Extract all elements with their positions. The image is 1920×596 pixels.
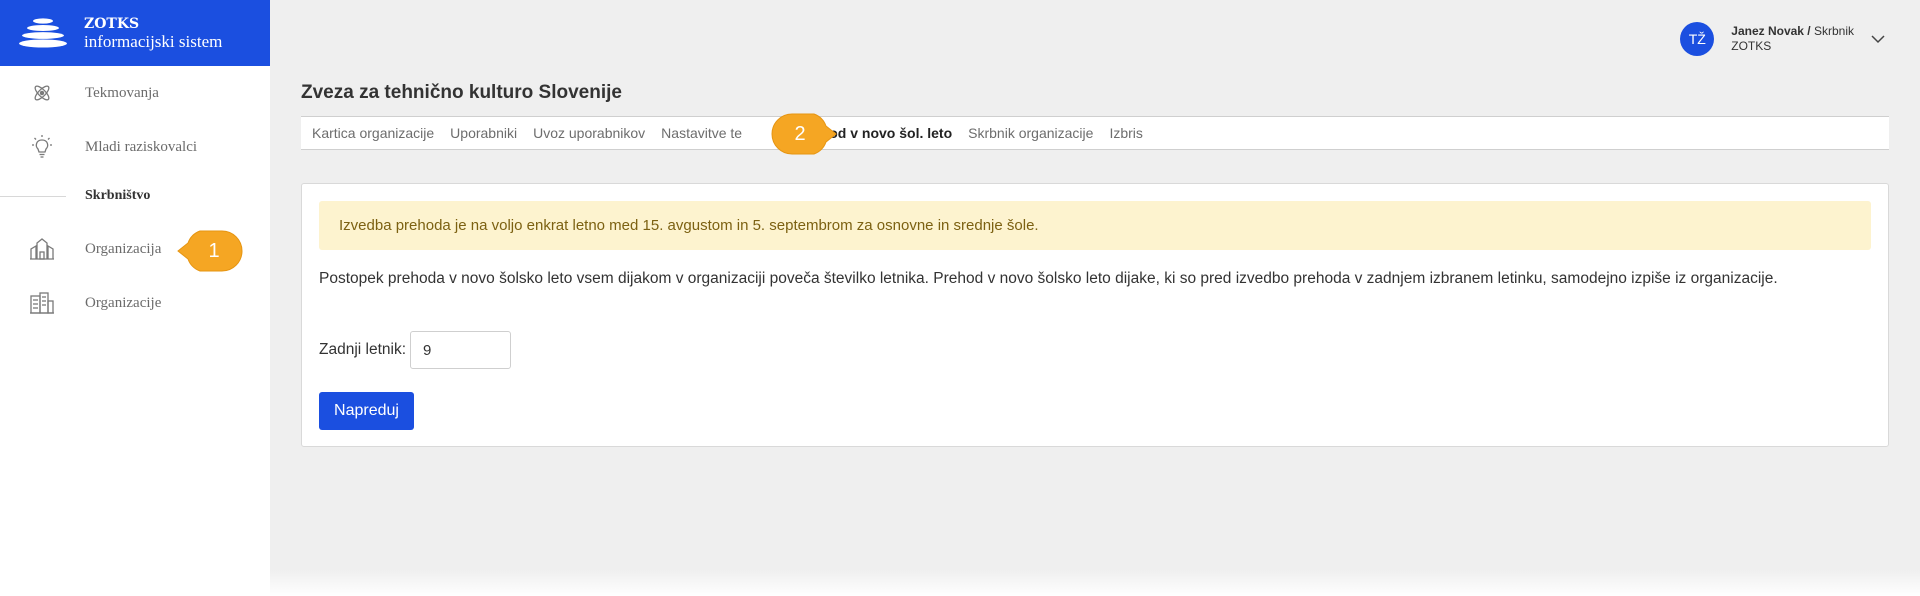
tab-skrbnik-organizacije[interactable]: Skrbnik organizacije <box>968 125 1093 141</box>
building-icon <box>28 235 56 263</box>
brand-header[interactable]: ZOTKS informacijski sistem <box>0 0 270 66</box>
sidebar-item-label: Organizacije <box>85 294 162 311</box>
callout-badge-1: 1 <box>177 229 244 273</box>
tab-bar: Kartica organizacije Uporabniki Uvoz upo… <box>301 116 1889 150</box>
buildings-icon <box>28 289 56 317</box>
description-text: Postopek prehoda v novo šolsko leto vsem… <box>319 270 1778 287</box>
brand-subtitle: informacijski sistem <box>84 32 223 51</box>
user-name: Janez Novak / <box>1731 24 1811 38</box>
atom-icon <box>28 79 56 107</box>
main-content: TŽ Janez Novak / Skrbnik ZOTKS Zveza za … <box>270 0 1920 570</box>
sidebar-divider <box>0 196 66 197</box>
avatar: TŽ <box>1680 22 1715 56</box>
last-grade-label: Zadnji letnik: <box>319 341 407 358</box>
sidebar-item-tekmovanja[interactable]: Tekmovanja <box>0 73 270 113</box>
bottom-fade <box>270 570 1920 596</box>
tab-nastavitve[interactable]: Nastavitve te <box>661 125 742 141</box>
sidebar: ZOTKS informacijski sistem Tekmovanja Ml… <box>0 0 270 596</box>
user-organization: ZOTKS <box>1731 39 1772 53</box>
sidebar-item-label: Tekmovanja <box>85 84 159 101</box>
tab-uporabniki[interactable]: Uporabniki <box>450 125 517 141</box>
advance-button[interactable]: Napreduj <box>319 392 414 430</box>
last-grade-input[interactable] <box>410 331 512 369</box>
callout-number: 2 <box>794 122 806 145</box>
chevron-down-icon <box>1871 35 1885 44</box>
tab-uvoz-uporabnikov[interactable]: Uvoz uporabnikov <box>533 125 645 141</box>
sidebar-item-mladi-raziskovalci[interactable]: Mladi raziskovalci <box>0 127 270 167</box>
user-role: Skrbnik <box>1813 24 1854 38</box>
lightbulb-icon <box>28 133 56 161</box>
zotks-logo-icon <box>19 18 67 48</box>
sidebar-section-title: Skrbništvo <box>85 188 151 203</box>
transition-card: Izvedba prehoda je na voljo enkrat letno… <box>301 183 1889 447</box>
brand-name: ZOTKS <box>84 16 140 32</box>
page-title: Zveza za tehnično kulturo Slovenije <box>301 82 622 103</box>
sidebar-item-organizacije[interactable]: Organizacije <box>0 283 270 323</box>
user-menu[interactable]: TŽ Janez Novak / Skrbnik ZOTKS <box>1680 22 1886 56</box>
callout-number: 1 <box>208 239 220 262</box>
sidebar-item-label: Mladi raziskovalci <box>85 138 198 155</box>
last-grade-field-row: Zadnji letnik: <box>319 331 512 369</box>
callout-badge-2: 2 <box>770 112 837 156</box>
tab-izbris[interactable]: Izbris <box>1109 125 1142 141</box>
availability-alert: Izvedba prehoda je na voljo enkrat letno… <box>319 201 1871 250</box>
tab-kartica-organizacije[interactable]: Kartica organizacije <box>312 125 434 141</box>
sidebar-item-label: Organizacija <box>85 240 162 257</box>
